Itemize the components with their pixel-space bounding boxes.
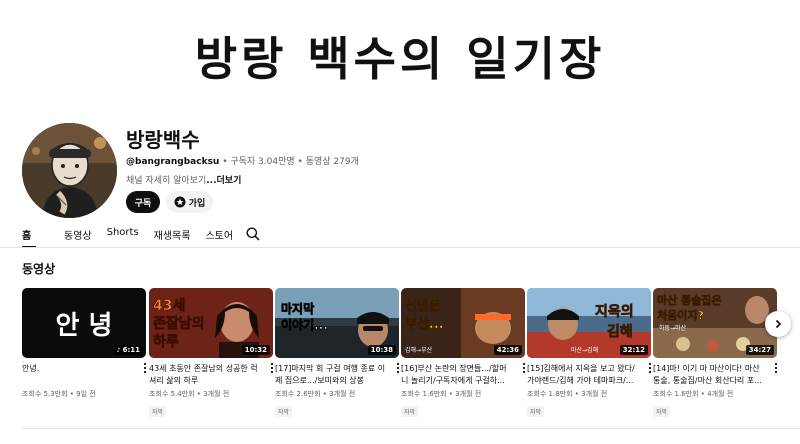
video-title[interactable]: [16]부산 논란의 장면들.../할머니 놀리기/구독자에게 구걸하... xyxy=(401,363,513,387)
video-meta: 조회수 1.6만회 • 4개월 전 xyxy=(653,390,734,398)
video-thumbnail[interactable]: 지옥의 김해 마산→김해 32:12 xyxy=(527,288,651,358)
video-duration: ♪ 6:11 xyxy=(113,345,143,355)
more-vert-icon[interactable] xyxy=(773,362,779,374)
channel-handle: @bangrangbacksu xyxy=(126,157,220,167)
video-title[interactable]: [17]마지막 회 구걸 여행 종료 이제 집으로.../보미와의 상봉 xyxy=(275,363,387,387)
tab-shorts[interactable]: Shorts xyxy=(107,222,139,248)
svg-text:43세: 43세 xyxy=(153,298,185,314)
join-button[interactable]: 가입 xyxy=(166,191,213,213)
svg-text:김해→부산: 김해→부산 xyxy=(405,346,433,354)
next-section-peek xyxy=(22,436,102,444)
caption-badge: 자막 xyxy=(653,406,671,417)
channel-description[interactable]: 채널 자세히 알아보기...더보기 xyxy=(126,173,241,186)
caption-badge: 자막 xyxy=(149,406,167,417)
video-card[interactable]: 43세 존잘남의 하루 10:32 43세 초동안 존잘남의 성공한 럭셔리 삶… xyxy=(149,288,274,418)
tabs-divider xyxy=(0,247,800,248)
svg-text:존잘남의: 존잘남의 xyxy=(153,315,205,332)
caption-badge: 자막 xyxy=(275,406,293,417)
video-card[interactable]: 마산 통술집은 처음이지? 하동→마산 34:27 [14]마! 이기 마 마산… xyxy=(653,288,779,418)
caption-badge: 자막 xyxy=(527,406,545,417)
tab-videos[interactable]: 동영상 xyxy=(64,222,92,248)
svg-text:마산 통술집은: 마산 통술집은 xyxy=(657,293,722,307)
video-title[interactable]: 43세 초동안 존잘남의 성공한 럭셔리 삶의 하루 xyxy=(149,363,261,387)
video-duration: 10:32 xyxy=(241,345,270,355)
chevron-right-icon xyxy=(775,319,782,329)
star-badge-icon xyxy=(174,196,186,208)
video-duration: 32:12 xyxy=(619,345,648,355)
svg-text:김해: 김해 xyxy=(607,323,633,340)
video-title[interactable]: [14]마! 이기 마 마산이다! 마산 통술, 통술집/마산 회산다리 포..… xyxy=(653,363,765,387)
shelf-next-button[interactable] xyxy=(765,311,791,337)
join-label: 가입 xyxy=(188,197,206,208)
subscribe-button[interactable]: 구독 xyxy=(126,191,160,213)
video-card[interactable]: 지옥의 김해 마산→김해 32:12 [15]김해에서 지옥을 보고 왔다/가야… xyxy=(527,288,652,418)
svg-text:처음이지?: 처음이지? xyxy=(657,308,704,322)
tab-home[interactable]: 홈 xyxy=(22,222,36,248)
banner-title: 방랑 백수의 일기장 xyxy=(194,32,606,86)
video-duration: 34:27 xyxy=(745,345,774,355)
video-card[interactable]: 안 녕 ♪ 6:11 안녕. 조회수 5.3만회 • 9일 전 xyxy=(22,288,148,399)
svg-text:지옥의: 지옥의 xyxy=(595,303,634,320)
tab-playlists[interactable]: 재생목록 xyxy=(154,222,191,248)
video-thumbnail[interactable]: 마지막 이야기... 10:38 xyxy=(275,288,399,358)
video-meta: 조회수 2.6만회 • 3개월 전 xyxy=(275,390,356,398)
video-title[interactable]: 안녕. xyxy=(22,363,134,387)
thumbnail-text: 안 녕 xyxy=(56,311,113,341)
section-title: 동영상 xyxy=(22,262,56,276)
svg-text:마산→김해: 마산→김해 xyxy=(571,346,598,354)
caption-badge: 자막 xyxy=(401,406,419,417)
svg-text:마지막: 마지막 xyxy=(281,301,314,316)
channel-tabs: 홈 동영상 Shorts 재생목록 스토어 xyxy=(22,222,233,248)
channel-avatar[interactable] xyxy=(22,123,117,218)
video-thumbnail[interactable]: 선넘은 부산... 김해→부산 42:36 xyxy=(401,288,525,358)
video-thumbnail[interactable]: 43세 존잘남의 하루 10:32 xyxy=(149,288,273,358)
video-duration: 42:36 xyxy=(493,345,522,355)
video-meta: 조회수 1.8만회 • 3개월 전 xyxy=(527,390,608,398)
video-card[interactable]: 선넘은 부산... 김해→부산 42:36 [16]부산 논란의 장면들.../… xyxy=(401,288,526,418)
tab-store[interactable]: 스토어 xyxy=(205,222,233,248)
video-meta: 조회수 5.3만회 • 9일 전 xyxy=(22,390,96,398)
more-vert-icon[interactable] xyxy=(142,362,148,374)
search-icon[interactable] xyxy=(246,227,260,241)
video-thumbnail[interactable]: 안 녕 ♪ 6:11 xyxy=(22,288,146,358)
more-link[interactable]: ...더보기 xyxy=(206,176,241,186)
svg-text:부산...: 부산... xyxy=(405,316,444,332)
svg-text:하동→마산: 하동→마산 xyxy=(659,324,687,332)
channel-name: 방랑백수 xyxy=(126,128,200,152)
video-meta: 조회수 1.6만회 • 3개월 전 xyxy=(401,390,482,398)
video-title[interactable]: [15]김해에서 지옥을 보고 왔다/가야랜드/김해 가야 테마파크/... xyxy=(527,363,639,387)
channel-stats: • 구독자 3.04만명 • 동영상 279개 xyxy=(219,157,359,167)
video-card[interactable]: 마지막 이야기... 10:38 [17]마지막 회 구걸 여행 종료 이제 집… xyxy=(275,288,400,418)
channel-meta: @bangrangbacksu • 구독자 3.04만명 • 동영상 279개 xyxy=(126,154,359,167)
video-duration: 10:38 xyxy=(367,345,396,355)
video-meta: 조회수 5.4만회 • 3개월 전 xyxy=(149,390,230,398)
video-thumbnail[interactable]: 마산 통술집은 처음이지? 하동→마산 34:27 xyxy=(653,288,777,358)
svg-text:하루: 하루 xyxy=(153,333,179,350)
svg-text:선넘은: 선넘은 xyxy=(405,298,441,314)
svg-text:이야기...: 이야기... xyxy=(281,317,328,332)
channel-banner: 방랑 백수의 일기장 xyxy=(0,0,800,112)
description-text: 채널 자세히 알아보기 xyxy=(126,176,207,186)
section-divider xyxy=(22,428,800,429)
